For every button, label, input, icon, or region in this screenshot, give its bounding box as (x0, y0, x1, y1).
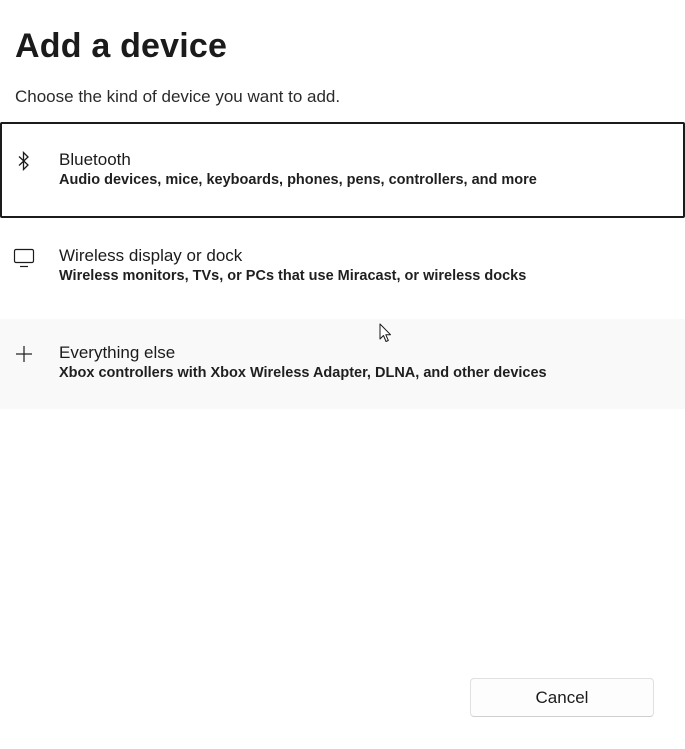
cancel-button[interactable]: Cancel (470, 678, 654, 717)
option-title: Wireless display or dock (59, 246, 243, 265)
option-description: Wireless monitors, TVs, or PCs that use … (59, 268, 527, 284)
option-title: Everything else (59, 343, 176, 362)
option-everything-else[interactable]: Everything else Xbox controllers with Xb… (0, 319, 685, 409)
plus-icon (12, 342, 36, 366)
option-description: Audio devices, mice, keyboards, phones, … (59, 172, 537, 188)
option-title: Bluetooth (59, 150, 131, 169)
add-device-dialog: Add a device Choose the kind of device y… (0, 0, 685, 749)
option-description: Xbox controllers with Xbox Wireless Adap… (59, 365, 547, 381)
dialog-title: Add a device (15, 27, 228, 65)
dialog-subtitle: Choose the kind of device you want to ad… (15, 87, 341, 106)
bluetooth-icon (12, 149, 36, 173)
option-wireless-display[interactable]: Wireless display or dock Wireless monito… (0, 222, 685, 316)
mouse-pointer-icon (379, 323, 393, 343)
monitor-icon (12, 246, 36, 270)
option-bluetooth[interactable]: Bluetooth Audio devices, mice, keyboards… (0, 122, 685, 218)
